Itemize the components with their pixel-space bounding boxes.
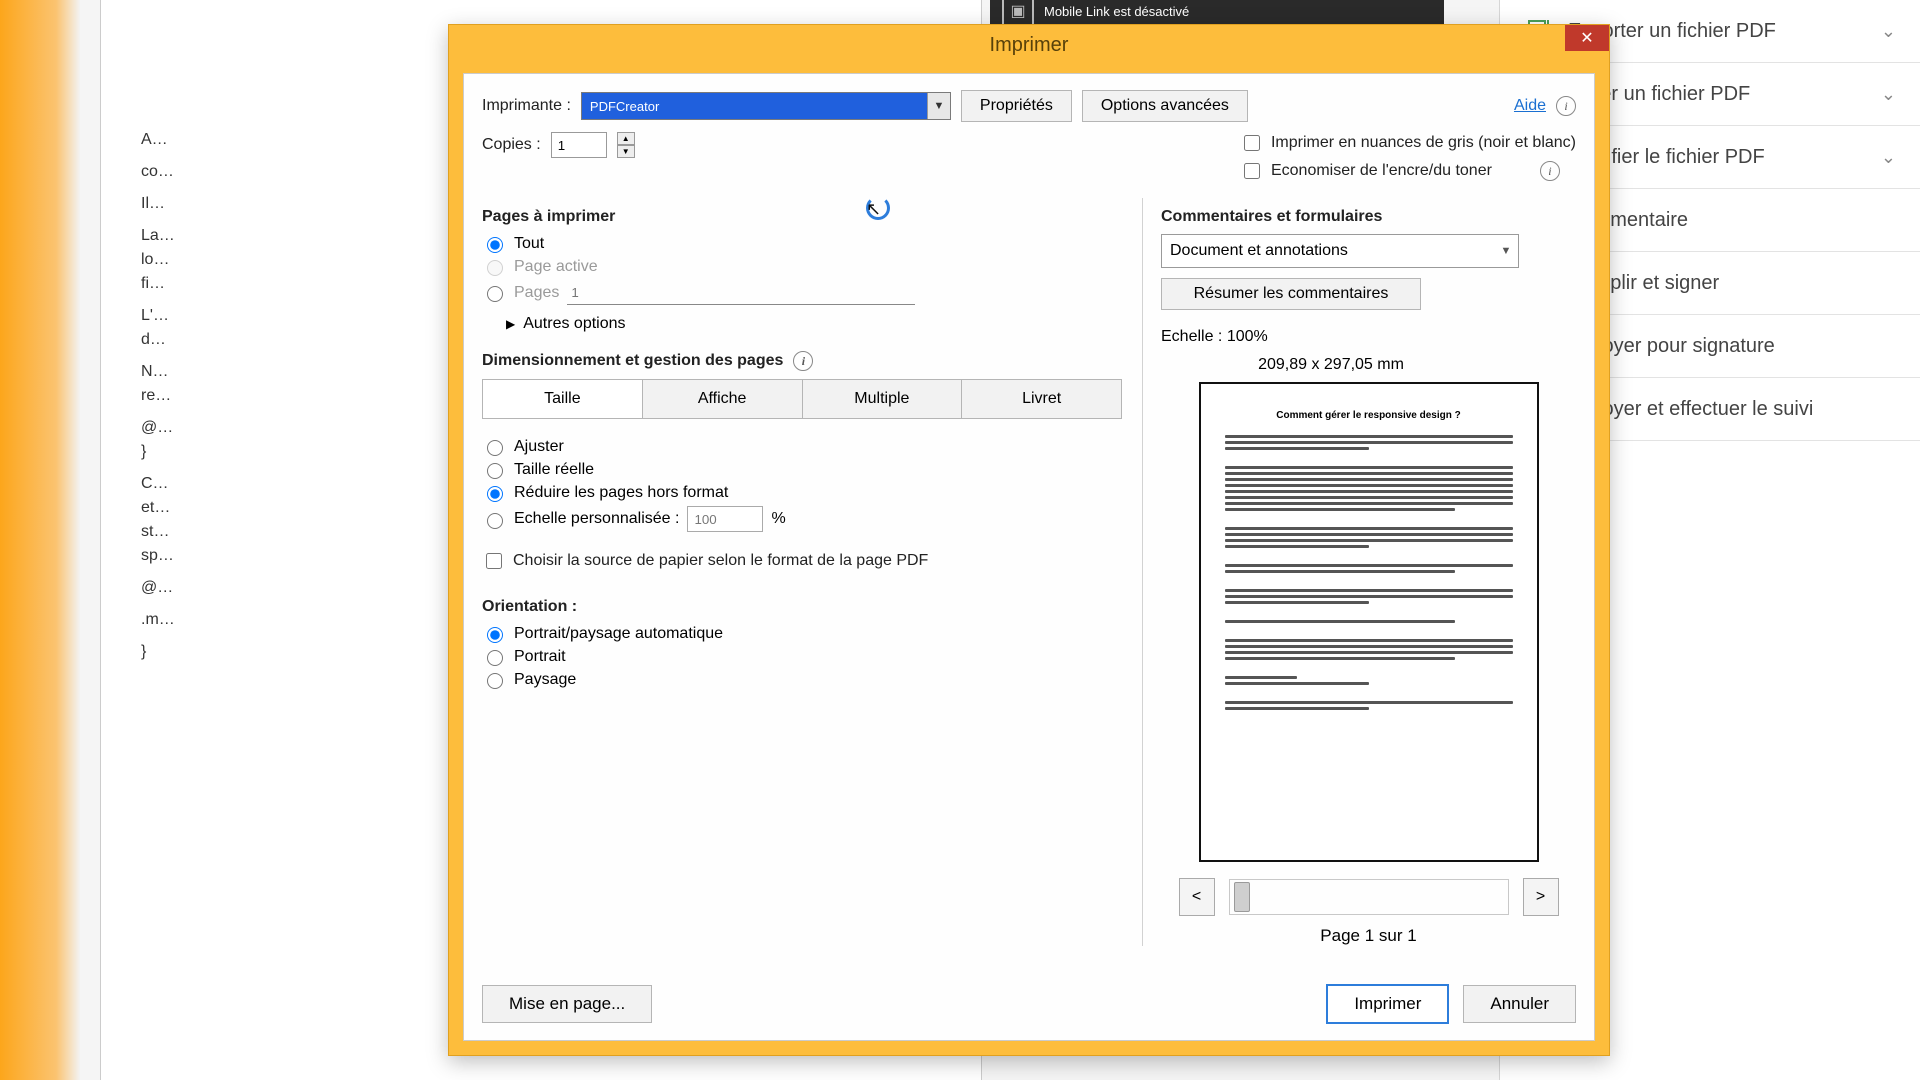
radio-shrink[interactable] — [487, 486, 503, 502]
save-toner-checkbox[interactable] — [1244, 163, 1260, 179]
preview-doc-title: Comment gérer le responsive design ? — [1225, 410, 1513, 421]
radio-active-page — [487, 260, 503, 276]
radio-fit-label: Ajuster — [514, 438, 564, 456]
save-toner-label: Economiser de l'encre/du toner — [1271, 162, 1492, 180]
radio-orient-landscape[interactable] — [487, 673, 503, 689]
scale-readout: Echelle : 100% — [1161, 328, 1576, 346]
printer-select[interactable]: PDFCreator ▼ — [581, 92, 951, 120]
dialog-titlebar[interactable]: Imprimer ✕ — [449, 25, 1609, 65]
spinner-up-icon[interactable]: ▲ — [617, 132, 635, 145]
grayscale-checkbox[interactable] — [1244, 135, 1260, 151]
app-accent-strip — [0, 0, 80, 1080]
close-icon: ✕ — [1580, 28, 1593, 48]
radio-fit[interactable] — [487, 440, 503, 456]
chevron-down-icon: ⌄ — [1881, 21, 1896, 42]
prev-icon: < — [1192, 888, 1201, 906]
radio-all-label: Tout — [514, 235, 544, 253]
radio-active-label: Page active — [514, 258, 598, 276]
toner-info-icon[interactable]: i — [1540, 161, 1560, 181]
dialog-footer: Mise en page... Imprimer Annuler — [482, 984, 1576, 1024]
printer-select-value: PDFCreator — [590, 99, 659, 114]
left-column: Pages à imprimer Tout Page active Pages … — [482, 198, 1122, 946]
radio-custom-scale-label: Echelle personnalisée : — [514, 510, 679, 528]
printer-label: Imprimante : — [482, 97, 571, 115]
page-preview: Comment gérer le responsive design ? — [1199, 382, 1539, 862]
paper-dimensions: 209,89 x 297,05 mm — [1161, 356, 1501, 374]
paper-source-checkbox[interactable] — [486, 553, 502, 569]
pages-to-print-heading: Pages à imprimer — [482, 208, 1122, 226]
toast-title: Mobile Link est désactivé — [1044, 4, 1189, 19]
spinner-down-icon[interactable]: ▼ — [617, 145, 635, 158]
seg-size[interactable]: Taille — [482, 379, 643, 419]
copies-input[interactable] — [551, 132, 607, 158]
radio-actual[interactable] — [487, 463, 503, 479]
radio-shrink-label: Réduire les pages hors format — [514, 484, 728, 502]
radio-custom-scale[interactable] — [487, 513, 503, 529]
radio-orient-auto[interactable] — [487, 627, 503, 643]
seg-poster[interactable]: Affiche — [643, 379, 803, 419]
copies-spinner[interactable]: ▲ ▼ — [617, 132, 635, 158]
next-icon: > — [1536, 888, 1545, 906]
slider-thumb[interactable] — [1234, 882, 1250, 912]
help-info-icon[interactable]: i — [1556, 96, 1576, 116]
page-setup-button[interactable]: Mise en page... — [482, 985, 652, 1023]
disclosure-triangle-icon: ▶ — [506, 317, 515, 331]
radio-orient-landscape-label: Paysage — [514, 671, 576, 689]
help-link[interactable]: Aide — [1514, 97, 1546, 115]
comments-select-value: Document et annotations — [1170, 242, 1348, 260]
more-options-label: Autres options — [523, 315, 625, 333]
radio-pages-label: Pages — [514, 284, 559, 302]
chevron-down-icon: ⌄ — [1881, 147, 1896, 168]
radio-orient-portrait[interactable] — [487, 650, 503, 666]
close-button[interactable]: ✕ — [1565, 25, 1609, 51]
seg-booklet[interactable]: Livret — [962, 379, 1122, 419]
grayscale-label: Imprimer en nuances de gris (noir et bla… — [1271, 134, 1576, 152]
more-options-toggle[interactable]: ▶ Autres options — [506, 315, 1122, 333]
comments-heading: Commentaires et formulaires — [1161, 208, 1576, 226]
pages-range-input[interactable] — [567, 280, 915, 305]
seg-multiple[interactable]: Multiple — [803, 379, 963, 419]
advanced-options-button[interactable]: Options avancées — [1082, 90, 1248, 122]
mobile-link-icon: ▣ — [1002, 0, 1034, 27]
sizing-heading: Dimensionnement et gestion des pages — [482, 352, 783, 370]
chevron-down-icon: ⌄ — [1881, 84, 1896, 105]
custom-scale-input[interactable] — [687, 506, 763, 532]
copies-label: Copies : — [482, 136, 541, 154]
radio-orient-auto-label: Portrait/paysage automatique — [514, 625, 723, 643]
comments-select[interactable]: Document et annotations ▼ — [1161, 234, 1519, 268]
radio-actual-label: Taille réelle — [514, 461, 594, 479]
print-button[interactable]: Imprimer — [1326, 984, 1449, 1024]
dropdown-caret-icon: ▼ — [1494, 235, 1518, 267]
radio-orient-portrait-label: Portrait — [514, 648, 566, 666]
orientation-heading: Orientation : — [482, 598, 1122, 616]
dialog-title-text: Imprimer — [990, 34, 1069, 57]
right-column: Commentaires et formulaires Document et … — [1142, 198, 1576, 946]
print-dialog: Imprimer ✕ Imprimante : PDFCreator ▼ Pro… — [448, 24, 1610, 1056]
radio-pages[interactable] — [487, 286, 503, 302]
sizing-info-icon[interactable]: i — [793, 351, 813, 371]
dropdown-caret-icon: ▼ — [927, 93, 950, 119]
sizing-segmented: Taille Affiche Multiple Livret — [482, 379, 1122, 419]
dialog-body: Imprimante : PDFCreator ▼ Propriétés Opt… — [463, 73, 1595, 1041]
paper-source-label: Choisir la source de papier selon le for… — [513, 552, 928, 570]
percent-label: % — [771, 510, 785, 528]
summarize-comments-button[interactable]: Résumer les commentaires — [1161, 278, 1421, 310]
preview-next-button[interactable]: > — [1523, 878, 1559, 916]
preview-prev-button[interactable]: < — [1179, 878, 1215, 916]
preview-slider[interactable] — [1229, 879, 1509, 915]
cancel-button[interactable]: Annuler — [1463, 985, 1576, 1023]
page-indicator: Page 1 sur 1 — [1179, 926, 1559, 946]
radio-all[interactable] — [487, 237, 503, 253]
properties-button[interactable]: Propriétés — [961, 90, 1072, 122]
